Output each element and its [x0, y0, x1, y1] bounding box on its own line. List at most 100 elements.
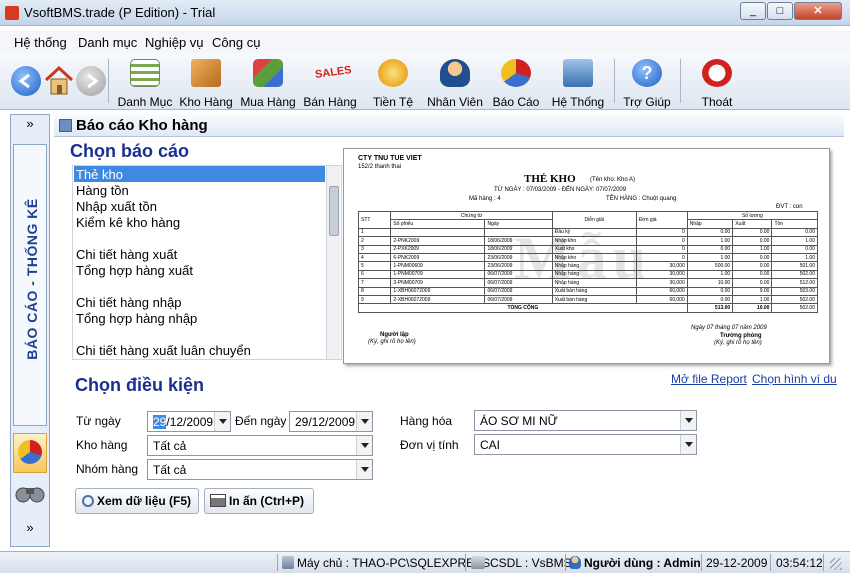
menu-he-thong[interactable]: Hệ thống — [14, 35, 67, 50]
date-range: TỪ NGÀY : 07/03/2009 - ĐẾN NGÀY: 07/07/2… — [494, 187, 627, 193]
toolbar-kho-hang-button[interactable]: Kho Hàng — [178, 57, 234, 109]
table-cell: 1-PNM00709 — [390, 269, 486, 280]
open-report-file-link[interactable]: Mở file Report — [671, 372, 747, 386]
table-cell — [484, 227, 553, 238]
manager-note: (Ký, ghi rõ họ tên) — [714, 340, 762, 346]
scrollbar-thumb[interactable] — [329, 186, 339, 236]
table-cell: 0 — [635, 236, 688, 246]
report-item-hang-ton[interactable]: Hàng tồn — [76, 183, 129, 198]
network-icon — [563, 59, 593, 87]
table-cell: 2-XBH06072009 — [390, 294, 486, 305]
warehouse-select[interactable]: Tất cả — [147, 435, 373, 456]
resize-grip-icon[interactable] — [830, 558, 842, 570]
table-cell: 30,000 — [635, 261, 688, 271]
table-cell: 0 — [635, 252, 688, 263]
printer-icon — [210, 494, 226, 507]
forward-arrow-icon[interactable] — [76, 66, 106, 96]
view-data-button[interactable]: Xem dữ liệu (F5) — [75, 488, 199, 514]
toolbar-label: Nhân Viên — [427, 95, 483, 109]
table-cell: 0.00 — [732, 269, 773, 280]
window-title: VsoftBMS.trade (P Edition) - Trial — [24, 5, 216, 20]
report-icon — [59, 119, 72, 132]
maximize-button[interactable]: □ — [767, 2, 793, 20]
table-cell: 0 — [635, 244, 688, 254]
status-separator — [770, 554, 771, 571]
menu-cong-cu[interactable]: Công cụ — [212, 35, 260, 50]
toolbar-thoat-button[interactable]: Thoát — [692, 57, 742, 109]
coins-icon — [378, 59, 408, 87]
print-label: In ấn (Ctrl+P) — [229, 494, 305, 508]
toolbar-danh-muc-button[interactable]: Danh Mục — [117, 57, 173, 109]
toolbar-ban-hang-button[interactable]: SALES Bán Hàng — [302, 57, 358, 109]
report-list-scrollbar[interactable] — [326, 166, 340, 359]
help-icon: ? — [632, 59, 662, 87]
table-cell: 6-PNK2009 — [390, 252, 486, 263]
back-arrow-icon[interactable] — [11, 66, 41, 96]
report-item-tong-hop-hang-xuat[interactable]: Tổng hợp hàng xuất — [76, 263, 193, 278]
chevron-down-icon[interactable] — [356, 412, 372, 431]
table-row: 2 2-PNK2009 18/06/2009 Nhập kho 0 1.00 0.00 1.0… — [357, 236, 818, 246]
chart-icon — [501, 59, 531, 87]
report-item-chi-tiet-hang-nhap[interactable]: Chi tiết hàng nhập — [76, 295, 182, 310]
table-cell: 0.00 — [732, 278, 773, 288]
home-icon[interactable] — [44, 65, 74, 97]
total-out: 10.00 — [732, 303, 773, 313]
collapse-panel-button[interactable]: » — [14, 520, 46, 540]
expand-panel-button[interactable]: » — [14, 116, 46, 136]
goods-select[interactable]: ÁO SƠ MI NỮ — [474, 410, 697, 431]
app-icon — [5, 6, 19, 20]
unit-of-measure-select[interactable]: CAI — [474, 434, 697, 455]
report-item-chi-tiet-luan-chuyen[interactable]: Chi tiết hàng xuất luân chuyển — [76, 343, 251, 358]
report-item-tong-hop-hang-nhap[interactable]: Tổng hợp hàng nhập — [76, 311, 197, 326]
table-cell: 06/07/2009 — [484, 278, 553, 288]
side-tab-bao-cao[interactable]: BÁO CÁO - THỐNG KÊ — [13, 144, 47, 426]
status-separator — [823, 554, 824, 571]
status-bar: Máy chủ : THAO-PC\SQLEXPRESS CSDL : VsBM… — [0, 551, 850, 573]
th-nhap: Nhập — [686, 219, 734, 229]
th-so-luong: Số lượng — [686, 210, 819, 221]
toolbar-bao-cao-button[interactable]: Báo Cáo — [490, 57, 542, 109]
table-cell: 502.00 — [771, 294, 818, 305]
from-date-rest: /12/2009 — [166, 415, 214, 429]
th-xuat: Xuất — [732, 219, 773, 229]
report-item-chi-tiet-hang-xuat[interactable]: Chi tiết hàng xuất — [76, 247, 177, 262]
goods-label: Hàng hóa — [400, 414, 453, 428]
report-item-the-kho[interactable]: Thẻ kho — [76, 167, 123, 182]
table-cell: Đầu kỳ — [551, 227, 637, 238]
report-item-kiem-ke[interactable]: Kiểm kê kho hàng — [76, 215, 180, 230]
to-date-picker[interactable]: 29/12/2009 — [289, 411, 373, 432]
minimize-button[interactable]: _ — [740, 2, 766, 20]
close-button[interactable]: ✕ — [794, 2, 842, 20]
table-cell: 502.00 — [771, 269, 818, 280]
title-bar: VsoftBMS.trade (P Edition) - Trial _ □ ✕ — [0, 0, 850, 26]
toolbar-tien-te-button[interactable]: Tiền Tệ — [367, 57, 419, 109]
toolbar-he-thong-button[interactable]: Hệ Thống — [549, 57, 607, 109]
chevron-down-icon[interactable] — [680, 435, 696, 454]
box-icon — [191, 59, 221, 87]
th-stt: STT — [357, 211, 392, 229]
menu-danh-muc[interactable]: Danh mục — [78, 35, 137, 50]
toolbar-separator — [614, 59, 615, 103]
side-search-button[interactable] — [13, 478, 47, 512]
report-item-nhap-xuat-ton[interactable]: Nhập xuất tồn — [76, 199, 157, 214]
print-button[interactable]: In ấn (Ctrl+P) — [204, 488, 314, 514]
toolbar-tro-giup-button[interactable]: ? Trợ Giúp — [622, 57, 672, 109]
item-group-select[interactable]: Tất cả — [147, 459, 373, 480]
menu-nghiep-vu[interactable]: Nghiệp vụ — [145, 35, 204, 50]
side-report-button[interactable] — [13, 433, 47, 473]
table-cell: 0.00 — [686, 294, 734, 305]
chevron-down-icon[interactable] — [214, 412, 230, 431]
chevron-down-icon[interactable] — [356, 460, 372, 479]
company-address: 152/2 thanh thai — [358, 164, 402, 170]
table-cell: 4 — [357, 252, 392, 263]
from-date-picker[interactable]: 29/12/2009 — [147, 411, 231, 432]
choose-sample-link[interactable]: Chọn hình ví du — [752, 372, 837, 386]
chevron-down-icon[interactable] — [356, 436, 372, 455]
table-cell: 512.00 — [771, 278, 818, 288]
chevron-down-icon[interactable] — [680, 411, 696, 430]
status-separator — [277, 554, 278, 571]
th-ngay: Ngày — [484, 219, 553, 229]
toolbar-mua-hang-button[interactable]: Mua Hàng — [239, 57, 297, 109]
th-chung-tu: Chứng từ — [390, 210, 553, 221]
toolbar-nhan-vien-button[interactable]: Nhân Viên — [427, 57, 483, 109]
